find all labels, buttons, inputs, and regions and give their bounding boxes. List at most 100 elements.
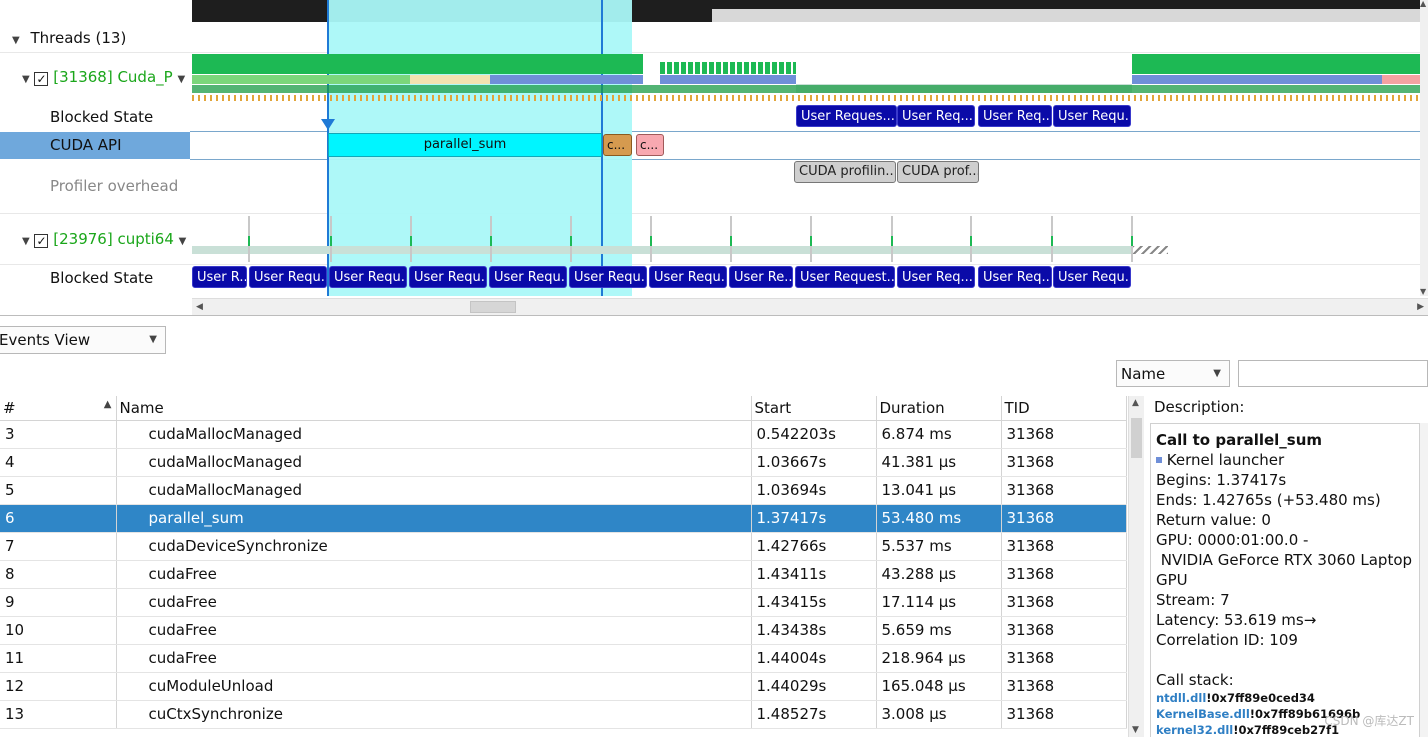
thread1-activity-band (192, 54, 643, 74)
profiler-overhead-block[interactable]: CUDA prof... (897, 161, 979, 183)
cuda-api-block-parallel-sum[interactable]: parallel_sum (328, 133, 602, 157)
table-row[interactable]: 7 cudaDeviceSynchronize 1.42766s 5.537 ms 31… (0, 532, 1127, 561)
description-line: Correlation ID: 109 (1156, 631, 1298, 649)
description-line: Begins: 1.37417s (1156, 471, 1287, 489)
events-panel: Events View ▼ Name ▼ # ▲ Name Start Dura… (0, 316, 1428, 737)
table-row[interactable]: 6 parallel_sum 1.37417s 53.480 ms 31368 (0, 504, 1127, 533)
blocked-state-block[interactable]: User Req... (897, 266, 975, 288)
thread2-activity-tick (970, 236, 972, 246)
collapse-caret-icon[interactable]: ▼ (22, 236, 30, 247)
cell-name: cudaDeviceSynchronize (116, 532, 752, 561)
blocked-state-block[interactable]: User R... (192, 266, 247, 288)
row-label-blocked-state: Blocked State (50, 108, 154, 126)
threads-group[interactable]: ▼ Threads (13) (12, 29, 126, 47)
collapse-caret-icon[interactable]: ▼ (12, 35, 20, 46)
thread1-activity-band (660, 62, 796, 74)
column-header-name[interactable]: Name (116, 396, 752, 421)
scroll-left-arrow-icon[interactable]: ◀ (196, 302, 203, 312)
table-row[interactable]: 3 cudaMallocManaged 0.542203s 6.874 ms 31368 (0, 420, 1127, 449)
callstack-module[interactable]: KernelBase.dll (1156, 707, 1250, 721)
blocked-state-block[interactable]: User Requ... (409, 266, 487, 288)
blocked-state-block[interactable]: User Re... (729, 266, 793, 288)
table-row[interactable]: 9 cudaFree 1.43415s 17.114 μs 31368 (0, 588, 1127, 617)
cell-start: 1.44004s (751, 644, 877, 673)
vertical-scroll-thumb[interactable] (1131, 418, 1142, 458)
blocked-state-block[interactable]: User Requ... (1053, 266, 1131, 288)
cpu-usage-bar-tail (712, 0, 1422, 22)
events-table-scrollbar[interactable]: ▲ ▼ (1128, 396, 1144, 737)
view-selector-dropdown[interactable]: Events View ▼ (0, 326, 166, 354)
filter-field-dropdown[interactable]: Name ▼ (1116, 360, 1230, 387)
blocked-state-block[interactable]: User Requ... (649, 266, 727, 288)
blocked-state-block[interactable]: User Requ... (569, 266, 647, 288)
thread-31368-row[interactable]: ▼ ✓ [31368] Cuda_P ▼ (22, 68, 185, 86)
table-row[interactable]: 13 cuCtxSynchronize 1.48527s 3.008 μs 31368 (0, 700, 1127, 729)
cell-name: cudaMallocManaged (116, 420, 752, 449)
description-scrollbar[interactable] (1420, 423, 1428, 737)
callstack-module[interactable]: kernel32.dll (1156, 723, 1233, 737)
cell-name: cudaFree (116, 644, 752, 673)
blocked-state-block[interactable]: User Requ... (489, 266, 567, 288)
row-label-cuda-api: CUDA API (50, 136, 122, 154)
description-line: GPU: 0000:01:00.0 - (1156, 531, 1309, 549)
horizontal-scroll-thumb[interactable] (470, 301, 516, 313)
blocked-state-block[interactable]: User Req... (978, 105, 1052, 127)
blocked-state-block[interactable]: User Requ... (329, 266, 407, 288)
table-row[interactable]: 4 cudaMallocManaged 1.03667s 41.381 μs 31368 (0, 448, 1127, 477)
thread-23976-row[interactable]: ▼ ✓ [23976] cupti64 ▼ (22, 230, 186, 248)
scroll-down-arrow-icon[interactable]: ▼ (1132, 725, 1139, 735)
blocked-state-block[interactable]: User Req... (978, 266, 1052, 288)
cuda-api-block-small[interactable]: c... (636, 134, 664, 156)
cell-tid: 31368 (1001, 700, 1127, 729)
thread-label: [23976] cupti64 (53, 230, 174, 248)
blocked-state-block[interactable]: User Reques... (796, 105, 897, 127)
profiler-overhead-block[interactable]: CUDA profilin... (794, 161, 896, 183)
thread-menu-dropdown-icon[interactable]: ▼ (177, 74, 185, 85)
thread2-activity-tick (330, 236, 332, 246)
timeline-vertical-scrollbar[interactable]: ▲ ▼ (1420, 0, 1428, 296)
column-header-duration[interactable]: Duration (876, 396, 1002, 421)
table-row[interactable]: 12 cuModuleUnload 1.44029s 165.048 μs 31368 (0, 672, 1127, 701)
column-header-index[interactable]: # ▲ (0, 396, 117, 421)
blocked-state-block[interactable]: User Request... (795, 266, 895, 288)
table-row[interactable]: 10 cudaFree 1.43438s 5.659 ms 31368 (0, 616, 1127, 645)
description-panel: Description: Call to parallel_sum Kernel… (1150, 396, 1428, 737)
cell-index: 6 (0, 504, 117, 533)
cell-index: 13 (0, 700, 117, 729)
description-line: NVIDIA GeForce RTX 3060 Laptop GPU (1156, 551, 1417, 589)
table-row[interactable]: 11 cudaFree 1.44004s 218.964 μs 31368 (0, 644, 1127, 673)
cell-duration: 43.288 μs (876, 560, 1002, 589)
scroll-up-arrow-icon[interactable]: ▲ (1420, 0, 1428, 8)
thread-visible-checkbox[interactable]: ✓ (34, 72, 49, 86)
callstack-frame[interactable]: ntdll.dll!0x7ff89e0ced34 (1156, 690, 1419, 706)
table-row[interactable]: 5 cudaMallocManaged 1.03694s 13.041 μs 31368 (0, 476, 1127, 505)
thread2-activity-tick (248, 236, 250, 246)
description-header: Description: (1154, 398, 1245, 416)
cell-start: 1.43415s (751, 588, 877, 617)
thread1-state-band (192, 75, 410, 84)
thread-visible-checkbox[interactable]: ✓ (34, 234, 49, 248)
blocked-state-block[interactable]: User Req... (897, 105, 975, 127)
thread1-state-band (410, 75, 490, 84)
row-separator (0, 213, 1422, 214)
thread-menu-dropdown-icon[interactable]: ▼ (179, 236, 187, 247)
blocked-state-block[interactable]: User Requ... (1053, 105, 1131, 127)
table-row[interactable]: 8 cudaFree 1.43411s 43.288 μs 31368 (0, 560, 1127, 589)
cell-tid: 31368 (1001, 532, 1127, 561)
cuda-api-block-small[interactable]: c... (603, 134, 632, 156)
cell-start: 1.44029s (751, 672, 877, 701)
cell-tid: 31368 (1001, 644, 1127, 673)
scroll-right-arrow-icon[interactable]: ▶ (1417, 302, 1424, 312)
callstack-module[interactable]: ntdll.dll (1156, 691, 1206, 705)
scroll-down-arrow-icon[interactable]: ▼ (1420, 288, 1428, 296)
blocked-state-block[interactable]: User Requ... (249, 266, 327, 288)
column-header-start[interactable]: Start (751, 396, 877, 421)
collapse-caret-icon[interactable]: ▼ (22, 74, 30, 85)
cell-start: 1.03667s (751, 448, 877, 477)
thread2-activity-tick (810, 236, 812, 246)
scroll-up-arrow-icon[interactable]: ▲ (1132, 398, 1139, 408)
search-input[interactable] (1238, 360, 1428, 387)
column-header-tid[interactable]: TID (1001, 396, 1127, 421)
timeline-horizontal-scrollbar[interactable]: ◀ ▶ (192, 298, 1428, 315)
kernel-launcher-icon (1156, 457, 1162, 463)
